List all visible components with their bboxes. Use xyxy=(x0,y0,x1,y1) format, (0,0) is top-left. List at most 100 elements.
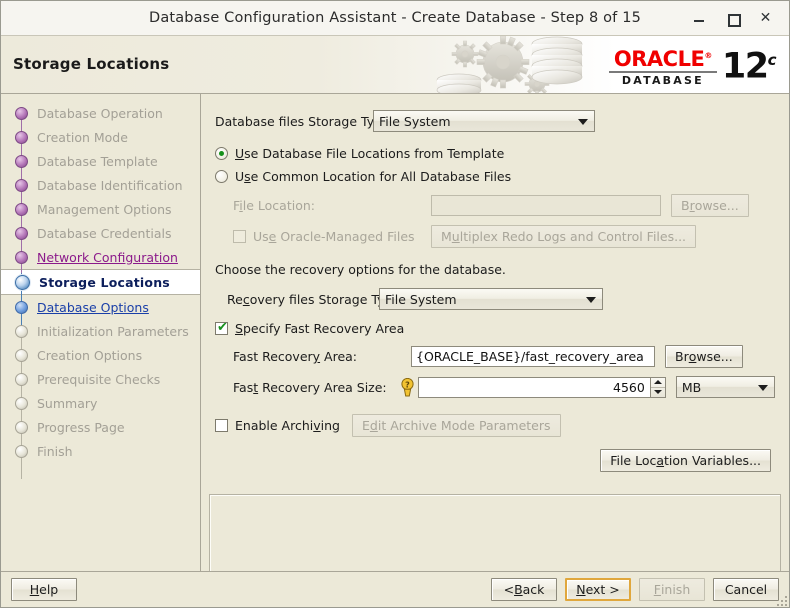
checkbox-use-oracle-managed-files xyxy=(233,230,246,243)
sidebar-item-progress-page[interactable]: Progress Page xyxy=(1,415,200,439)
step-bullet-icon xyxy=(15,372,28,386)
db-storage-type-row: Database files Storage Type: File System xyxy=(215,110,775,132)
recovery-intro-text: Choose the recovery options for the data… xyxy=(215,262,506,277)
step-bullet-icon xyxy=(15,300,28,314)
oracle-version: 12c xyxy=(721,46,777,87)
fra-label: Fast Recovery Area: xyxy=(233,349,358,364)
steps-sidebar: Database Operation Creation Mode Databas… xyxy=(1,94,201,571)
radio-template-label: Use Database File Locations from Templat… xyxy=(235,146,505,161)
sidebar-item-creation-options[interactable]: Creation Options xyxy=(1,343,200,367)
multiplex-redo-logs-button: Mu ltiplex Redo Logs and Control Files... xyxy=(431,225,697,248)
chevron-down-icon xyxy=(578,119,588,125)
omf-row: Use Oracle-Managed Files Mu ltiplex Redo … xyxy=(215,225,775,248)
oracle-wordmark: ORACLE® DATABASE xyxy=(608,42,717,87)
window-controls: ✕ xyxy=(693,11,789,27)
checkbox-enable-archiving[interactable] xyxy=(215,419,228,432)
page-header: Storage Locations ORACLE® DATABASE 12c xyxy=(1,36,789,94)
db-storage-type-select[interactable]: File System xyxy=(373,110,595,132)
edit-archive-mode-parameters-button: Ed it Archive Mode Parameters xyxy=(352,414,561,437)
chevron-down-icon xyxy=(586,297,596,303)
body-area: Database Operation Creation Mode Databas… xyxy=(1,94,789,572)
sidebar-item-database-credentials[interactable]: Database Credentials xyxy=(1,221,200,245)
step-bullet-icon xyxy=(15,324,28,338)
radio-use-template[interactable] xyxy=(215,147,228,160)
sidebar-item-initialization-parameters[interactable]: Initialization Parameters xyxy=(1,319,200,343)
oracle-logo: ORACLE® DATABASE 12c xyxy=(600,42,777,87)
svg-text:?: ? xyxy=(405,380,410,389)
sidebar-item-management-options[interactable]: Management Options xyxy=(1,197,200,221)
fra-size-unit-value: MB xyxy=(681,379,702,395)
sidebar-item-summary[interactable]: Summary xyxy=(1,391,200,415)
sidebar-item-label: Database Credentials xyxy=(37,225,172,241)
sidebar-item-creation-mode[interactable]: Creation Mode xyxy=(1,125,200,149)
chevron-down-icon xyxy=(758,385,768,391)
fra-row: Fast Recovery Area: {ORACLE_BASE}/fast_r… xyxy=(215,345,775,368)
resize-grip-icon[interactable] xyxy=(775,594,787,606)
radio-common-label: Use Common Location for All Database Fil… xyxy=(235,169,512,184)
sidebar-item-label: Summary xyxy=(37,395,98,411)
file-location-variables-row: File Loc a tion Variables... xyxy=(215,449,775,472)
checkbox-specify-fast-recovery-area[interactable] xyxy=(215,320,228,335)
close-icon[interactable]: ✕ xyxy=(759,11,772,25)
step-bullet-icon xyxy=(15,444,28,458)
file-location-row: File Location: Br owse... xyxy=(215,194,775,217)
sidebar-item-finish[interactable]: Finish xyxy=(1,439,200,463)
step-bullet-icon xyxy=(15,396,28,410)
sidebar-item-storage-locations[interactable]: Storage Locations xyxy=(1,269,200,295)
page-title: Storage Locations xyxy=(13,55,170,73)
sidebar-item-label: Progress Page xyxy=(37,419,125,435)
next-button[interactable]: Next > xyxy=(565,578,631,601)
sidebar-item-label: Finish xyxy=(37,443,73,459)
sidebar-item-network-configuration[interactable]: Network Configuration xyxy=(1,245,200,269)
fra-input[interactable]: {ORACLE_BASE}/fast_recovery_area xyxy=(411,346,655,367)
enable-archiving-row[interactable]: Enable Archiving Ed it Archive Mode Param… xyxy=(215,414,775,437)
sidebar-item-database-identification[interactable]: Database Identification xyxy=(1,173,200,197)
back-button[interactable]: < Back xyxy=(491,578,557,601)
file-location-variables-button[interactable]: File Loc a tion Variables... xyxy=(600,449,771,472)
file-location-label: File Location: xyxy=(233,198,315,213)
fra-browse-button[interactable]: Br o wse... xyxy=(665,345,743,368)
specify-fra-row[interactable]: Specify Fast Recovery Area xyxy=(215,320,775,336)
sidebar-item-label: Management Options xyxy=(37,201,172,217)
db-storage-type-label: Database files Storage Type: xyxy=(215,113,394,129)
recovery-storage-type-select[interactable]: File System xyxy=(379,288,603,310)
sidebar-item-label: Creation Mode xyxy=(37,129,128,145)
fra-size-label: Fast Recovery Area Size: xyxy=(233,379,387,395)
sidebar-item-label: Initialization Parameters xyxy=(37,323,189,339)
step-bullet-icon xyxy=(15,348,28,362)
file-location-input xyxy=(431,195,661,216)
sidebar-item-database-template[interactable]: Database Template xyxy=(1,149,200,173)
fra-size-input[interactable]: 4560 xyxy=(417,376,650,398)
radio-common-row[interactable]: Use Common Location for All Database Fil… xyxy=(215,169,775,184)
sidebar-item-label: Storage Locations xyxy=(39,274,170,290)
fra-size-spinner[interactable]: 4560 xyxy=(417,376,666,398)
sidebar-item-prerequisite-checks[interactable]: Prerequisite Checks xyxy=(1,367,200,391)
finish-button: Finish xyxy=(639,578,705,601)
recovery-storage-type-value: File System xyxy=(385,291,457,307)
sidebar-item-database-operation[interactable]: Database Operation xyxy=(1,101,200,125)
fra-size-unit-select[interactable]: MB xyxy=(675,376,775,398)
step-bullet-icon xyxy=(15,274,30,290)
cancel-button[interactable]: Cancel xyxy=(713,578,779,601)
step-bullet-icon xyxy=(15,202,28,216)
sidebar-item-label: Database Identification xyxy=(37,177,183,193)
fra-size-row: Fast Recovery Area Size: ? 4560 MB xyxy=(215,376,775,398)
sidebar-item-label: Prerequisite Checks xyxy=(37,371,161,387)
step-bullet-icon xyxy=(15,250,28,264)
sidebar-item-label: Database Operation xyxy=(37,105,163,121)
help-button[interactable]: Help xyxy=(11,578,77,601)
message-panel xyxy=(209,494,781,572)
spinner-buttons[interactable] xyxy=(649,376,666,398)
radio-template-row[interactable]: Use Database File Locations from Templat… xyxy=(215,146,775,161)
window-title: Database Configuration Assistant - Creat… xyxy=(149,10,641,26)
specify-fra-label: Specify Fast Recovery Area xyxy=(235,321,405,336)
spinner-decrement-icon[interactable] xyxy=(651,388,665,397)
minimize-icon[interactable] xyxy=(693,12,706,25)
maximize-icon[interactable] xyxy=(726,12,741,27)
recovery-storage-type-row: Recovery files Storage Type: File System xyxy=(215,288,775,310)
sidebar-item-database-options[interactable]: Database Options xyxy=(1,295,200,319)
radio-use-common-location[interactable] xyxy=(215,170,228,183)
spinner-increment-icon[interactable] xyxy=(650,378,665,388)
sidebar-item-label: Network Configuration xyxy=(37,249,178,265)
hint-bulb-icon: ? xyxy=(401,377,414,396)
